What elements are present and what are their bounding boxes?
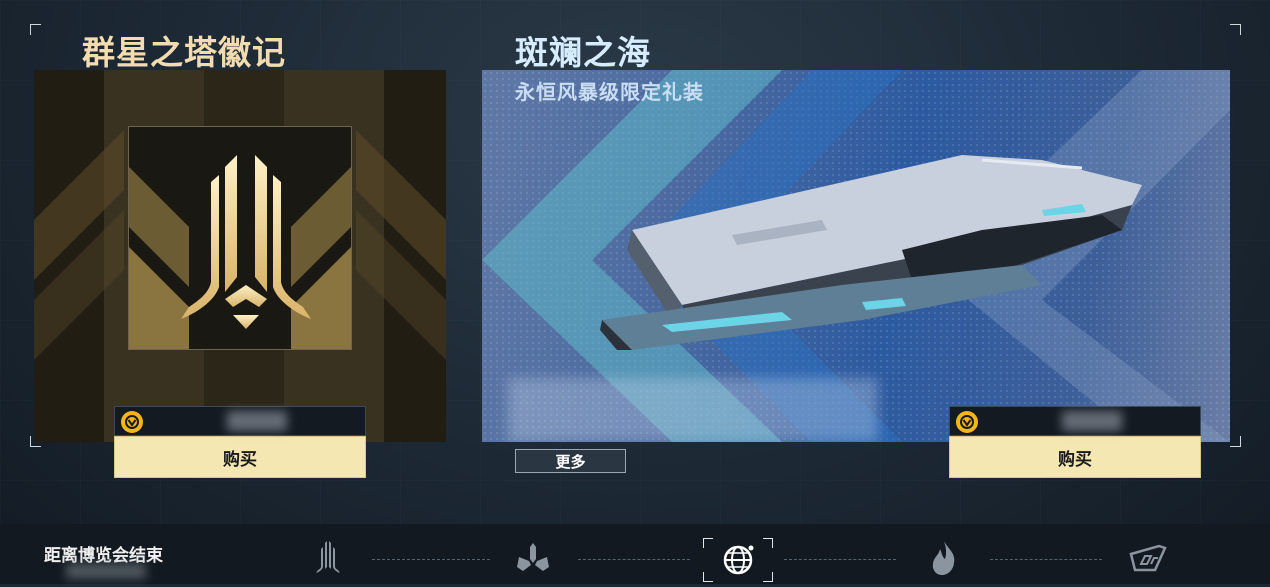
flame-icon[interactable] (924, 538, 964, 578)
coin-icon (956, 411, 978, 433)
description-hidden (508, 378, 878, 442)
nav-divider (372, 559, 490, 560)
more-button[interactable]: 更多 (515, 449, 626, 473)
tri-blade-icon[interactable] (513, 538, 553, 578)
ship-skin-panel (482, 70, 1230, 442)
tower-emblem-icon (129, 155, 351, 349)
ship-badge-icon[interactable] (1128, 538, 1168, 578)
price-row (949, 406, 1201, 436)
corner-mark (30, 24, 41, 35)
nav-divider (990, 559, 1102, 560)
tower-icon[interactable] (308, 538, 348, 578)
skin-title: 斑斓之海 (515, 34, 651, 71)
emblem-item[interactable] (128, 126, 352, 350)
buy-skin-button[interactable]: 购买 (949, 436, 1201, 478)
globe-icon[interactable] (718, 540, 758, 580)
nav-divider (578, 559, 690, 560)
emblem-purchase: 购买 (114, 406, 366, 478)
corner-mark (1230, 24, 1241, 35)
skin-purchase: 购买 (949, 406, 1201, 478)
bottom-bar (0, 524, 1270, 584)
emblem-title: 群星之塔徽记 (82, 34, 286, 71)
price-row (114, 406, 366, 436)
price-value-hidden (227, 411, 287, 431)
coin-icon (121, 411, 143, 433)
buy-emblem-button[interactable]: 购买 (114, 436, 366, 478)
nav-divider (784, 559, 896, 560)
price-value-hidden (1062, 411, 1122, 431)
corner-mark (1230, 436, 1241, 447)
skin-subtitle: 永恒风暴级限定礼装 (515, 82, 704, 104)
event-countdown-hidden (66, 563, 146, 579)
